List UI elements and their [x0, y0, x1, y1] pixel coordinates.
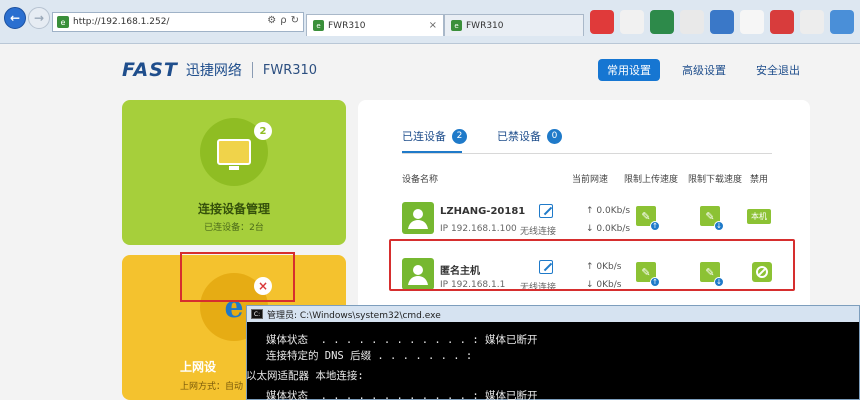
forward-button[interactable]: → [28, 7, 50, 29]
cmd-output-line: 媒体状态 . . . . . . . . . . . . : 媒体已断开 [247, 334, 538, 346]
device-ip: IP 192.168.1.100 [440, 224, 517, 234]
user-avatar-icon [402, 202, 434, 234]
top-navigation: 常用设置 高级设置 安全退出 [598, 59, 822, 81]
tab-label: 已连设备 [402, 130, 446, 143]
nav-logout[interactable]: 安全退出 [748, 59, 808, 81]
arrow-up-icon: ↑ [650, 221, 660, 231]
limit-download-button[interactable]: ✎ ↓ [700, 206, 724, 231]
column-header: 限制下载速度 [688, 175, 743, 185]
tile-title: 连接设备管理 [197, 202, 270, 216]
cmd-titlebar[interactable]: C: 管理员: C:\Windows\system32\cmd.exe [247, 306, 859, 322]
cmd-output-line: 媒体状态 . . . . . . . . . . . . : 媒体已断开 [247, 390, 538, 400]
nav-advanced-settings[interactable]: 高级设置 [674, 59, 734, 81]
tab-blocked-devices[interactable]: 已禁设备 0 [497, 128, 562, 144]
limit-upload-button[interactable]: ✎ ↑ [636, 206, 660, 231]
tile-subtitle: 已连设备：2台 [204, 223, 264, 233]
highlight-box [389, 239, 795, 291]
logo-text: FAST [122, 59, 178, 81]
cmd-icon: C: [251, 309, 263, 319]
divider [251, 62, 253, 78]
tab-label: FWR310 [466, 20, 504, 31]
active-tab-indicator [402, 151, 462, 153]
column-header: 设备名称 [402, 175, 439, 185]
back-button[interactable]: ← [4, 7, 26, 29]
tab-connected-devices[interactable]: 已连设备 2 [402, 128, 467, 144]
app-icon[interactable] [710, 10, 734, 34]
upload-speed: ↑ 0.0Kb/s [586, 206, 631, 216]
address-bar[interactable]: e http://192.168.1.252/ ⚙ ρ ↻ [52, 12, 304, 32]
nav-common-settings[interactable]: 常用设置 [598, 59, 660, 81]
column-header: 禁用 [750, 175, 769, 185]
search-icon[interactable]: ρ [280, 15, 286, 26]
close-icon[interactable]: × [429, 20, 437, 31]
tile-subtitle: 上网方式：自动 [180, 382, 244, 392]
connection-type: 无线连接 [520, 227, 557, 237]
browser-tab-active[interactable]: e FWR310 × [306, 14, 444, 36]
tile-title: 上网设 [180, 360, 217, 374]
settings-icon[interactable]: ⚙ [267, 15, 276, 26]
app-icon[interactable] [800, 10, 824, 34]
brand-name: 迅捷网络 [185, 63, 242, 79]
app-icon[interactable] [620, 10, 644, 34]
device-management-tile[interactable]: 2 连接设备管理 已连设备：2台 [122, 100, 346, 245]
app-icon[interactable] [590, 10, 614, 34]
edit-icon[interactable] [539, 204, 553, 218]
refresh-icon[interactable]: ↻ [291, 15, 299, 26]
tab-label: FWR310 [328, 20, 366, 31]
app-icon[interactable] [830, 10, 854, 34]
device-count-badge: 2 [254, 122, 272, 140]
address-text: http://192.168.1.252/ [73, 17, 170, 27]
divider [402, 153, 772, 154]
brand-logo: FAST 迅捷网络 FWR310 [122, 59, 317, 81]
table-header: 设备名称 当前网速 限制上传速度 限制下载速度 禁用 [402, 172, 774, 188]
column-header: 当前网速 [572, 175, 609, 185]
cmd-output-line: 以太网适配器 本地连接: [246, 370, 364, 382]
site-icon: e [57, 16, 69, 28]
browser-tab-inactive[interactable]: e FWR310 [444, 14, 584, 36]
model-name: FWR310 [262, 62, 318, 78]
count-badge: 2 [452, 128, 467, 144]
tab-label: 已禁设备 [497, 130, 541, 143]
app-icon[interactable] [770, 10, 794, 34]
count-badge: 0 [547, 128, 562, 144]
highlight-box [180, 252, 295, 302]
address-tools: ⚙ ρ ↻ [267, 15, 299, 26]
local-device-badge: 本机 [747, 209, 771, 224]
cmd-window[interactable]: C: 管理员: C:\Windows\system32\cmd.exe 媒体状态… [246, 305, 860, 400]
device-name: LZHANG-20181 [440, 206, 526, 217]
browser-chrome: ← → e http://192.168.1.252/ ⚙ ρ ↻ e FWR3… [0, 0, 860, 44]
tab-site-icon: e [451, 20, 462, 31]
cmd-output-line: 连接特定的 DNS 后缀 . . . . . . . : [247, 350, 473, 362]
device-tabs: 已连设备 2 已禁设备 0 [402, 128, 562, 144]
desktop-icons-strip [590, 2, 860, 42]
tab-site-icon: e [313, 20, 324, 31]
cmd-title: 管理员: C:\Windows\system32\cmd.exe [267, 310, 441, 321]
app-icon[interactable] [680, 10, 704, 34]
app-icon[interactable] [740, 10, 764, 34]
arrow-down-icon: ↓ [714, 221, 724, 231]
download-speed: ↓ 0.0Kb/s [586, 224, 631, 234]
column-header: 限制上传速度 [624, 175, 679, 185]
app-icon[interactable] [650, 10, 674, 34]
